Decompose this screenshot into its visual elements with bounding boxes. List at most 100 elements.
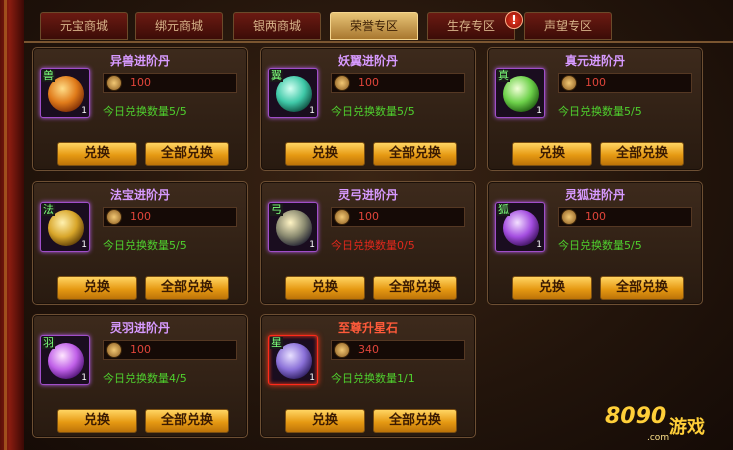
item-count: 1 [309,373,315,383]
exchange-all-button[interactable]: 全部兑换 [600,276,684,300]
tab-reputation-zone[interactable]: 声望专区 [524,12,612,40]
cost-value: 100 [130,343,151,356]
item-tag: 星 [270,336,283,349]
item-tag: 法 [42,203,55,216]
cost-field: 100 [103,340,237,360]
cost-value: 100 [358,210,379,223]
exchange-button[interactable]: 兑换 [57,142,137,166]
item-title: 妖翼进阶丹 [337,54,398,68]
item-title: 法宝进阶丹 [109,188,170,202]
site-logo-text: 游戏 [669,417,705,438]
item-card-wing-pill: 妖翼进阶丹 翼1 100 今日兑换数量5/5 兑换 全部兑换 [260,47,476,171]
site-logo-domain: .com [647,433,670,443]
honor-medal-icon [106,75,122,91]
item-card-fox-pill: 灵狐进阶丹 狐1 100 今日兑换数量5/5 兑换 全部兑换 [487,181,703,305]
item-title: 至尊升星石 [337,321,398,335]
item-card-star-stone: 至尊升星石 星1 340 今日兑换数量1/1 兑换 全部兑换 [260,314,476,438]
item-slot[interactable]: 弓1 [268,202,318,252]
left-frame-decoration [0,0,24,450]
item-card-beast-pill: 异兽进阶丹 兽1 100 今日兑换数量5/5 兑换 全部兑换 [32,47,248,171]
daily-exchange-count: 今日兑换数量5/5 [558,239,642,252]
tab-yuanbao-mall[interactable]: 元宝商城 [40,12,128,40]
exchange-button[interactable]: 兑换 [285,142,365,166]
item-title: 灵弓进阶丹 [337,188,398,202]
exchange-button[interactable]: 兑换 [57,409,137,433]
cost-value: 100 [585,210,606,223]
exchange-all-button[interactable]: 全部兑换 [145,142,229,166]
item-tag: 狐 [497,203,510,216]
item-title: 灵狐进阶丹 [564,188,625,202]
item-count: 1 [81,240,87,250]
item-tag: 弓 [270,203,283,216]
cost-field: 100 [558,73,692,93]
daily-exchange-count: 今日兑换数量5/5 [331,105,415,118]
honor-medal-icon [561,75,577,91]
tab-silver-mall[interactable]: 银两商城 [233,12,321,40]
item-count: 1 [81,106,87,116]
item-count: 1 [309,106,315,116]
daily-exchange-count: 今日兑换数量4/5 [103,372,187,385]
cost-value: 100 [585,76,606,89]
honor-medal-icon [561,209,577,225]
daily-exchange-count: 今日兑换数量5/5 [103,105,187,118]
honor-medal-icon [334,209,350,225]
exchange-button[interactable]: 兑换 [285,276,365,300]
exchange-button[interactable]: 兑换 [512,276,592,300]
item-tag: 兽 [42,69,55,82]
item-count: 1 [309,240,315,250]
honor-medal-icon [334,75,350,91]
item-slot[interactable]: 羽1 [40,335,90,385]
item-tag: 羽 [42,336,55,349]
honor-medal-icon [106,209,122,225]
exchange-all-button[interactable]: 全部兑换 [373,276,457,300]
exchange-button[interactable]: 兑换 [285,409,365,433]
item-slot[interactable]: 狐1 [495,202,545,252]
cost-value: 100 [130,76,151,89]
exchange-all-button[interactable]: 全部兑换 [373,409,457,433]
cost-field: 100 [103,207,237,227]
exchange-all-button[interactable]: 全部兑换 [600,142,684,166]
item-title: 异兽进阶丹 [109,54,170,68]
item-slot[interactable]: 兽1 [40,68,90,118]
item-title: 真元进阶丹 [564,54,625,68]
cost-value: 100 [130,210,151,223]
alert-icon: ! [505,11,523,29]
item-card-feather-pill: 灵羽进阶丹 羽1 100 今日兑换数量4/5 兑换 全部兑换 [32,314,248,438]
site-logo-number: 8090 [605,404,667,429]
item-slot[interactable]: 真1 [495,68,545,118]
item-count: 1 [536,106,542,116]
shop-window: { "tabs":[ {"label":"元宝商城","left":0,"act… [0,0,733,450]
item-card-treasure-pill: 法宝进阶丹 法1 100 今日兑换数量5/5 兑换 全部兑换 [32,181,248,305]
exchange-button[interactable]: 兑换 [512,142,592,166]
item-slot[interactable]: 翼1 [268,68,318,118]
exchange-all-button[interactable]: 全部兑换 [145,276,229,300]
daily-exchange-count: 今日兑换数量1/1 [331,372,415,385]
honor-medal-icon [334,342,350,358]
item-slot[interactable]: 星1 [268,335,318,385]
cost-field: 340 [331,340,465,360]
cost-field: 100 [103,73,237,93]
exchange-all-button[interactable]: 全部兑换 [373,142,457,166]
item-slot[interactable]: 法1 [40,202,90,252]
tab-bound-yuan-mall[interactable]: 绑元商城 [135,12,223,40]
honor-medal-icon [106,342,122,358]
exchange-button[interactable]: 兑换 [57,276,137,300]
daily-exchange-count: 今日兑换数量5/5 [558,105,642,118]
item-title: 灵羽进阶丹 [109,321,170,335]
tab-divider [24,41,733,43]
item-count: 1 [81,373,87,383]
daily-exchange-count: 今日兑换数量5/5 [103,239,187,252]
exchange-all-button[interactable]: 全部兑换 [145,409,229,433]
item-card-bow-pill: 灵弓进阶丹 弓1 100 今日兑换数量0/5 兑换 全部兑换 [260,181,476,305]
cost-value: 340 [358,343,379,356]
cost-field: 100 [558,207,692,227]
cost-value: 100 [358,76,379,89]
item-card-zhenyuan-pill: 真元进阶丹 真1 100 今日兑换数量5/5 兑换 全部兑换 [487,47,703,171]
daily-exchange-count: 今日兑换数量0/5 [331,239,415,252]
cost-field: 100 [331,73,465,93]
tab-honor-zone[interactable]: 荣誉专区 [330,12,418,40]
item-tag: 翼 [270,69,283,82]
tab-survival-zone[interactable]: 生存专区 [427,12,515,40]
cost-field: 100 [331,207,465,227]
item-count: 1 [536,240,542,250]
